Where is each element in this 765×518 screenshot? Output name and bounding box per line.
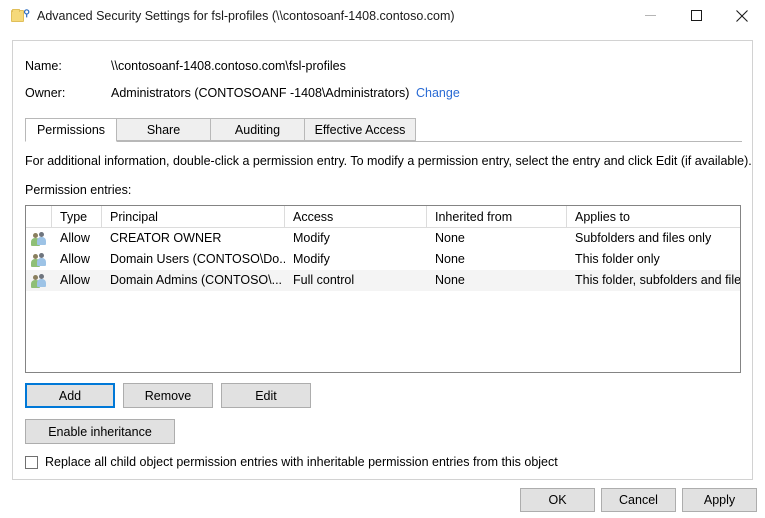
table-row[interactable]: Allow Domain Users (CONTOSO\Do... Modify…	[26, 249, 740, 270]
cell-principal: CREATOR OWNER	[102, 228, 285, 249]
column-header-icon[interactable]	[26, 206, 52, 228]
cancel-button[interactable]: Cancel	[601, 488, 676, 512]
cell-inherited-from: None	[427, 228, 567, 249]
table-row[interactable]: Allow Domain Admins (CONTOSO\... Full co…	[26, 270, 740, 291]
add-button[interactable]: Add	[25, 383, 115, 408]
name-value: \\contosoanf-1408.contoso.com\fsl-profil…	[111, 59, 346, 73]
close-icon[interactable]	[719, 0, 765, 31]
cell-applies-to: This folder only	[567, 249, 741, 270]
column-header-principal[interactable]: Principal	[102, 206, 285, 228]
maximize-icon[interactable]	[673, 0, 719, 31]
name-label: Name:	[25, 59, 62, 73]
tab-strip: Permissions Share Auditing Effective Acc…	[25, 119, 742, 142]
cell-principal: Domain Users (CONTOSO\Do...	[102, 249, 285, 270]
apply-button[interactable]: Apply	[682, 488, 757, 512]
cell-access: Modify	[285, 228, 427, 249]
cell-access: Modify	[285, 249, 427, 270]
cell-inherited-from: None	[427, 270, 567, 291]
enable-inheritance-button[interactable]: Enable inheritance	[25, 419, 175, 444]
group-icon	[26, 249, 52, 270]
tab-share[interactable]: Share	[116, 118, 211, 141]
folder-security-icon: ⚲	[11, 8, 27, 24]
cell-applies-to: This folder, subfolders and files	[567, 270, 741, 291]
replace-child-permissions-row[interactable]: Replace all child object permission entr…	[25, 455, 558, 469]
group-icon	[26, 228, 52, 249]
cell-principal: Domain Admins (CONTOSO\...	[102, 270, 285, 291]
cell-applies-to: Subfolders and files only	[567, 228, 741, 249]
replace-child-permissions-checkbox[interactable]	[25, 456, 38, 469]
window-title: Advanced Security Settings for fsl-profi…	[37, 9, 455, 23]
table-row[interactable]: Allow CREATOR OWNER Modify None Subfolde…	[26, 228, 740, 249]
replace-child-permissions-label: Replace all child object permission entr…	[45, 455, 558, 469]
column-header-inherited-from[interactable]: Inherited from	[427, 206, 567, 228]
edit-button[interactable]: Edit	[221, 383, 311, 408]
cell-access: Full control	[285, 270, 427, 291]
remove-button[interactable]: Remove	[123, 383, 213, 408]
column-header-type[interactable]: Type	[52, 206, 102, 228]
cell-inherited-from: None	[427, 249, 567, 270]
change-owner-link[interactable]: Change	[416, 86, 460, 100]
permission-entries-label: Permission entries:	[25, 183, 131, 197]
info-text: For additional information, double-click…	[25, 154, 752, 168]
cell-type: Allow	[52, 249, 102, 270]
cell-type: Allow	[52, 228, 102, 249]
list-header-row: Type Principal Access Inherited from App…	[26, 206, 740, 228]
tab-auditing[interactable]: Auditing	[210, 118, 305, 141]
window-controls	[627, 0, 765, 31]
ok-button[interactable]: OK	[520, 488, 595, 512]
settings-panel: Name: \\contosoanf-1408.contoso.com\fsl-…	[12, 40, 753, 480]
group-icon	[26, 270, 52, 291]
cell-type: Allow	[52, 270, 102, 291]
title-bar: ⚲ Advanced Security Settings for fsl-pro…	[0, 0, 765, 31]
tab-permissions[interactable]: Permissions	[25, 118, 117, 142]
column-header-applies-to[interactable]: Applies to	[567, 206, 741, 228]
minimize-icon[interactable]	[627, 0, 673, 31]
column-header-access[interactable]: Access	[285, 206, 427, 228]
owner-value: Administrators (CONTOSOANF -1408\Adminis…	[111, 86, 409, 100]
tab-effective-access[interactable]: Effective Access	[304, 118, 416, 141]
owner-label: Owner:	[25, 86, 65, 100]
permission-entries-list[interactable]: Type Principal Access Inherited from App…	[25, 205, 741, 373]
